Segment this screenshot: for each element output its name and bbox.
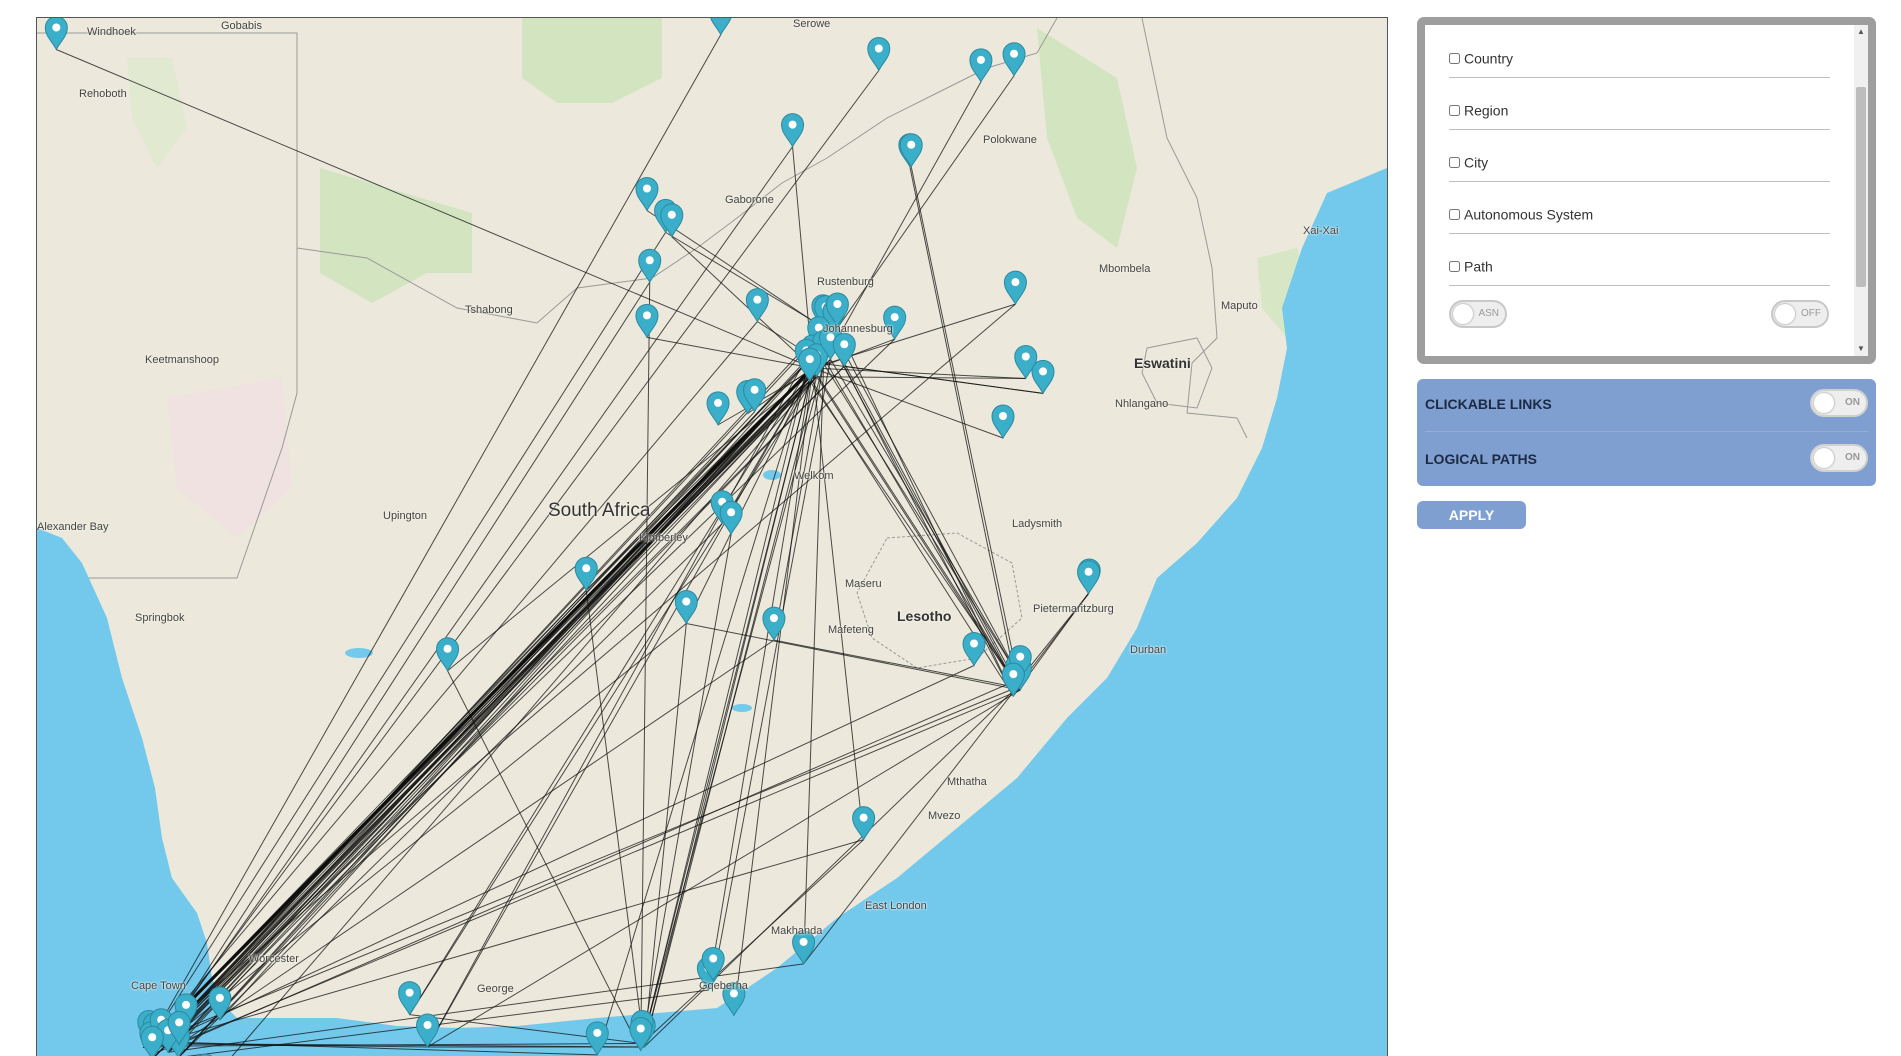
asn-toggle[interactable]: ASN [1449,300,1507,328]
lake [763,470,781,480]
lake [732,704,752,712]
autonomous-system-label: Autonomous System [1464,206,1593,222]
path-label: Path [1464,258,1493,274]
city-label: City [1464,154,1488,170]
toggle-knob [1814,393,1834,413]
logical-paths-toggle-label: ON [1845,452,1860,463]
filter-panel: Country Region City Autonomous System Pa… [1417,17,1876,364]
map-label-mafeteng: Mafeteng [828,624,874,636]
network-map[interactable]: Windhoek Gobabis Rehoboth Keetmanshoop T… [36,17,1388,1056]
map-label-cape-town: Cape Town [131,980,186,992]
toggle-knob [1775,304,1795,324]
map-label-mthatha: Mthatha [947,776,987,788]
map-label-maputo: Maputo [1221,300,1258,312]
divider [1425,431,1868,432]
filter-row-city[interactable]: City [1449,129,1830,182]
autonomous-system-checkbox[interactable] [1449,209,1460,220]
filter-region[interactable]: Region [1449,101,1508,118]
region-checkbox[interactable] [1449,105,1460,116]
map-label-gqeberha: Gqeberha [699,980,748,992]
map-label-windhoek: Windhoek [87,26,136,38]
city-checkbox[interactable] [1449,157,1460,168]
filter-row-autonomous-system[interactable]: Autonomous System [1449,181,1830,234]
clickable-links-label: CLICKABLE LINKS [1425,396,1552,412]
map-label-durban: Durban [1130,644,1166,656]
filter-city[interactable]: City [1449,153,1488,170]
logical-paths-toggle[interactable]: ON [1810,444,1868,472]
scrollbar-thumb[interactable] [1856,87,1866,287]
map-label-springbok: Springbok [135,612,185,624]
map-label-maseru: Maseru [845,578,882,590]
map-canvas[interactable] [37,18,1387,1056]
off-toggle[interactable]: OFF [1771,300,1829,328]
map-label-worcester: Worcester [249,953,299,965]
map-label-lesotho: Lesotho [897,608,951,624]
map-label-serowe: Serowe [793,18,830,30]
map-label-george: George [477,983,514,995]
map-label-rehoboth: Rehoboth [79,88,127,100]
off-toggle-label: OFF [1801,308,1821,319]
map-label-keetmanshoop: Keetmanshoop [145,354,219,366]
filter-country[interactable]: Country [1449,49,1513,66]
options-panel: CLICKABLE LINKS ON LOGICAL PATHS ON [1417,379,1876,486]
toggle-knob [1453,304,1473,324]
map-label-makhanda: Makhanda [771,925,822,937]
map-label-polokwane: Polokwane [983,134,1037,146]
map-label-kimberley: Kimberley [639,532,688,544]
country-checkbox[interactable] [1449,53,1460,64]
map-label-upington: Upington [383,510,427,522]
map-label-xai-xai: Xai-Xai [1303,225,1338,237]
map-label-ladysmith: Ladysmith [1012,518,1062,530]
triangle-down-icon[interactable]: ▼ [1854,342,1868,356]
map-label-mvezo: Mvezo [928,810,960,822]
map-label-pietermaritzburg: Pietermaritzburg [1033,603,1114,615]
clickable-links-toggle[interactable]: ON [1810,389,1868,417]
filter-autonomous-system[interactable]: Autonomous System [1449,205,1593,222]
logical-paths-row: LOGICAL PATHS ON [1425,434,1868,484]
logical-paths-label: LOGICAL PATHS [1425,451,1537,467]
map-label-welkom: Welkom [794,470,834,482]
lake [345,648,373,658]
filter-row-country[interactable]: Country [1449,25,1830,78]
map-label-alexander-bay: Alexander Bay [37,521,109,533]
map-label-eswatini: Eswatini [1134,355,1191,371]
apply-button[interactable]: APPLY [1417,501,1526,529]
toggle-knob [1814,448,1834,468]
filter-row-path[interactable]: Path [1449,233,1830,286]
map-label-mbombela: Mbombela [1099,263,1150,275]
clickable-links-toggle-label: ON [1845,397,1860,408]
map-label-gobabis: Gobabis [221,20,262,32]
map-label-tshabong: Tshabong [465,304,513,316]
filter-path[interactable]: Path [1449,257,1493,274]
country-label: Country [1464,50,1513,66]
asn-toggle-label: ASN [1478,308,1499,319]
region-label: Region [1464,102,1508,118]
scrollbar[interactable]: ▲ ▼ [1854,25,1868,356]
map-label-east-london: East London [865,900,927,912]
filter-list[interactable]: Country Region City Autonomous System Pa… [1425,25,1868,356]
triangle-up-icon[interactable]: ▲ [1854,25,1868,39]
path-checkbox[interactable] [1449,261,1460,272]
map-label-gaborone: Gaborone [725,194,774,206]
map-label-johannesburg: Johannesburg [823,323,893,335]
map-label-south-africa: South Africa [548,500,650,522]
filter-row-region[interactable]: Region [1449,77,1830,130]
map-label-rustenburg: Rustenburg [817,276,874,288]
clickable-links-row: CLICKABLE LINKS ON [1425,379,1868,429]
map-label-nhlangano: Nhlangano [1115,398,1168,410]
